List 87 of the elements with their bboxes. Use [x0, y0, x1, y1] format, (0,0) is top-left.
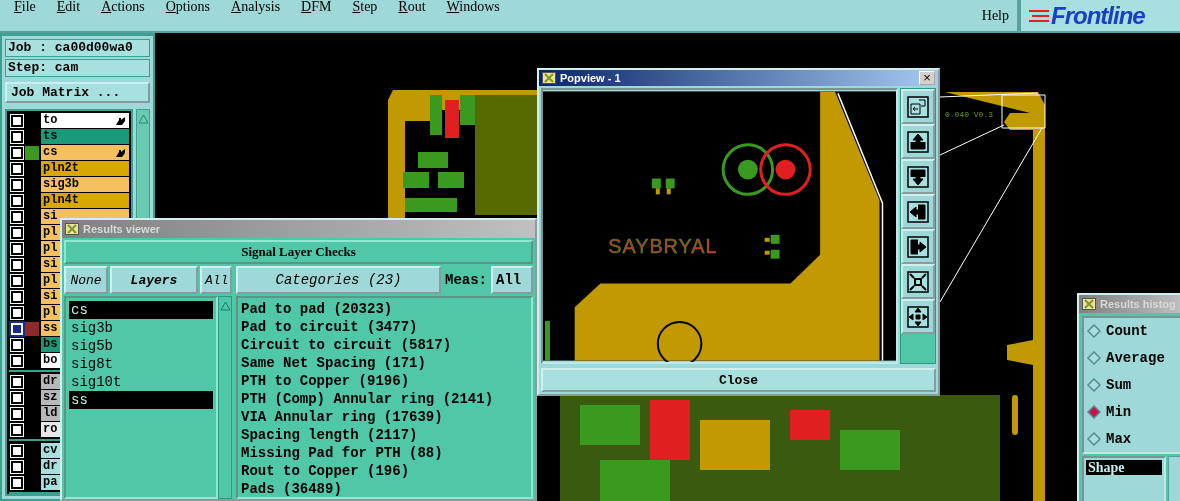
- menu-item[interactable]: Step: [352, 0, 378, 13]
- scrollbar[interactable]: [1168, 456, 1180, 501]
- menu-item[interactable]: Edit: [56, 0, 81, 13]
- speed-lines-icon: [1029, 8, 1049, 23]
- layer-name[interactable]: sig3b: [41, 177, 129, 192]
- view-tool-button[interactable]: [901, 159, 935, 195]
- layer-checkbox[interactable]: [11, 423, 23, 436]
- radio-label: Max: [1106, 430, 1132, 448]
- list-item[interactable]: Shape: [1086, 460, 1162, 475]
- layer-checkbox[interactable]: [11, 114, 23, 127]
- layer-checkbox[interactable]: [11, 354, 23, 367]
- layer-checkbox[interactable]: [11, 391, 23, 404]
- layer-checkbox[interactable]: [11, 226, 23, 239]
- close-button[interactable]: ×: [919, 71, 935, 86]
- layer-checkbox[interactable]: [11, 146, 23, 159]
- scrollbar[interactable]: [218, 296, 232, 499]
- menu-item[interactable]: Options: [165, 0, 211, 13]
- layer-checkbox[interactable]: [11, 130, 23, 143]
- radio-button[interactable]: [1087, 405, 1101, 419]
- radio-button[interactable]: [1087, 432, 1101, 446]
- layer-list-item[interactable]: sig10t: [69, 373, 213, 391]
- up-arrow-icon: [219, 301, 231, 311]
- view-tool-button[interactable]: [901, 229, 935, 265]
- x-app-icon: [542, 72, 556, 85]
- radio-label: Sum: [1106, 376, 1132, 394]
- layer-checkbox[interactable]: [11, 306, 23, 319]
- view-tool-button[interactable]: [901, 194, 935, 230]
- layers-button[interactable]: Layers: [110, 266, 198, 294]
- all-button[interactable]: All: [200, 266, 232, 294]
- window-title: Popview - 1: [560, 72, 621, 85]
- radio-button[interactable]: [1087, 324, 1101, 338]
- menu-item[interactable]: Windows: [446, 0, 500, 13]
- menu-item[interactable]: Rout: [398, 0, 426, 13]
- x-app-icon: [65, 223, 79, 235]
- layer-checkbox[interactable]: [11, 194, 23, 207]
- up-arrow-icon: [137, 114, 149, 124]
- layer-name[interactable]: pln4t: [41, 193, 129, 208]
- layer-name[interactable]: pln2t: [41, 161, 129, 176]
- layer-checkbox[interactable]: [11, 274, 23, 287]
- layer-checkbox[interactable]: [11, 375, 23, 388]
- radio-label: Count: [1106, 322, 1148, 340]
- menu-item[interactable]: File: [14, 0, 36, 13]
- x-app-icon: [1082, 298, 1096, 310]
- radio-label: Average: [1106, 349, 1165, 367]
- layer-list-item[interactable]: ss: [69, 391, 213, 409]
- menu-item[interactable]: DFM: [301, 0, 332, 13]
- view-tool-button[interactable]: [901, 89, 935, 125]
- layer-list-item[interactable]: cs: [69, 301, 213, 319]
- layer-list-item[interactable]: sig5b: [69, 337, 213, 355]
- layer-checkbox[interactable]: [11, 338, 23, 351]
- shrink-arrows-icon: [906, 269, 931, 294]
- menu-item[interactable]: Analysis: [231, 0, 281, 13]
- layer-checkbox[interactable]: [11, 444, 23, 457]
- layer-checkbox[interactable]: [11, 242, 23, 255]
- view-tool-button[interactable]: [901, 124, 935, 160]
- view-tool-button[interactable]: [901, 264, 935, 300]
- menu-item[interactable]: Actions: [101, 0, 145, 13]
- meas-dropdown[interactable]: All: [491, 266, 533, 294]
- board-text: SAYBRYAL: [608, 234, 718, 257]
- layer-checkbox[interactable]: [11, 162, 23, 175]
- layer-name[interactable]: ts: [41, 129, 129, 144]
- job-matrix-button[interactable]: Job Matrix ...: [5, 82, 150, 103]
- layer-name[interactable]: cs: [41, 145, 129, 160]
- expand-arrows-icon: [906, 304, 931, 329]
- none-button[interactable]: None: [64, 266, 108, 294]
- job-name-field: Job : ca00d00wa0: [5, 39, 150, 57]
- section-header: Signal Layer Checks: [64, 240, 533, 264]
- layer-checkbox[interactable]: [11, 407, 23, 420]
- view-tool-button[interactable]: [901, 299, 935, 335]
- layer-list-item[interactable]: sig3b: [69, 319, 213, 337]
- layer-checkbox[interactable]: [11, 210, 23, 223]
- layer-checkbox[interactable]: [11, 460, 23, 473]
- close-button[interactable]: Close: [541, 368, 936, 392]
- meas-label: Meas:: [444, 272, 488, 288]
- logo-text: Frontline: [1051, 1, 1145, 30]
- radio-label: Min: [1106, 403, 1132, 421]
- radio-button[interactable]: [1087, 378, 1101, 392]
- window-title: Results viewer: [83, 223, 161, 235]
- layer-checkbox[interactable]: [11, 258, 23, 271]
- layer-checkbox[interactable]: [11, 476, 23, 489]
- layer-checkbox[interactable]: [11, 290, 23, 303]
- layer-list-item[interactable]: sig8t: [69, 355, 213, 373]
- categories-button[interactable]: Categories (23): [236, 266, 441, 294]
- layer-name[interactable]: to: [41, 113, 129, 128]
- radio-button[interactable]: [1087, 351, 1101, 365]
- layer-checkbox[interactable]: [11, 178, 23, 191]
- step-name-field: Step: cam: [5, 59, 150, 77]
